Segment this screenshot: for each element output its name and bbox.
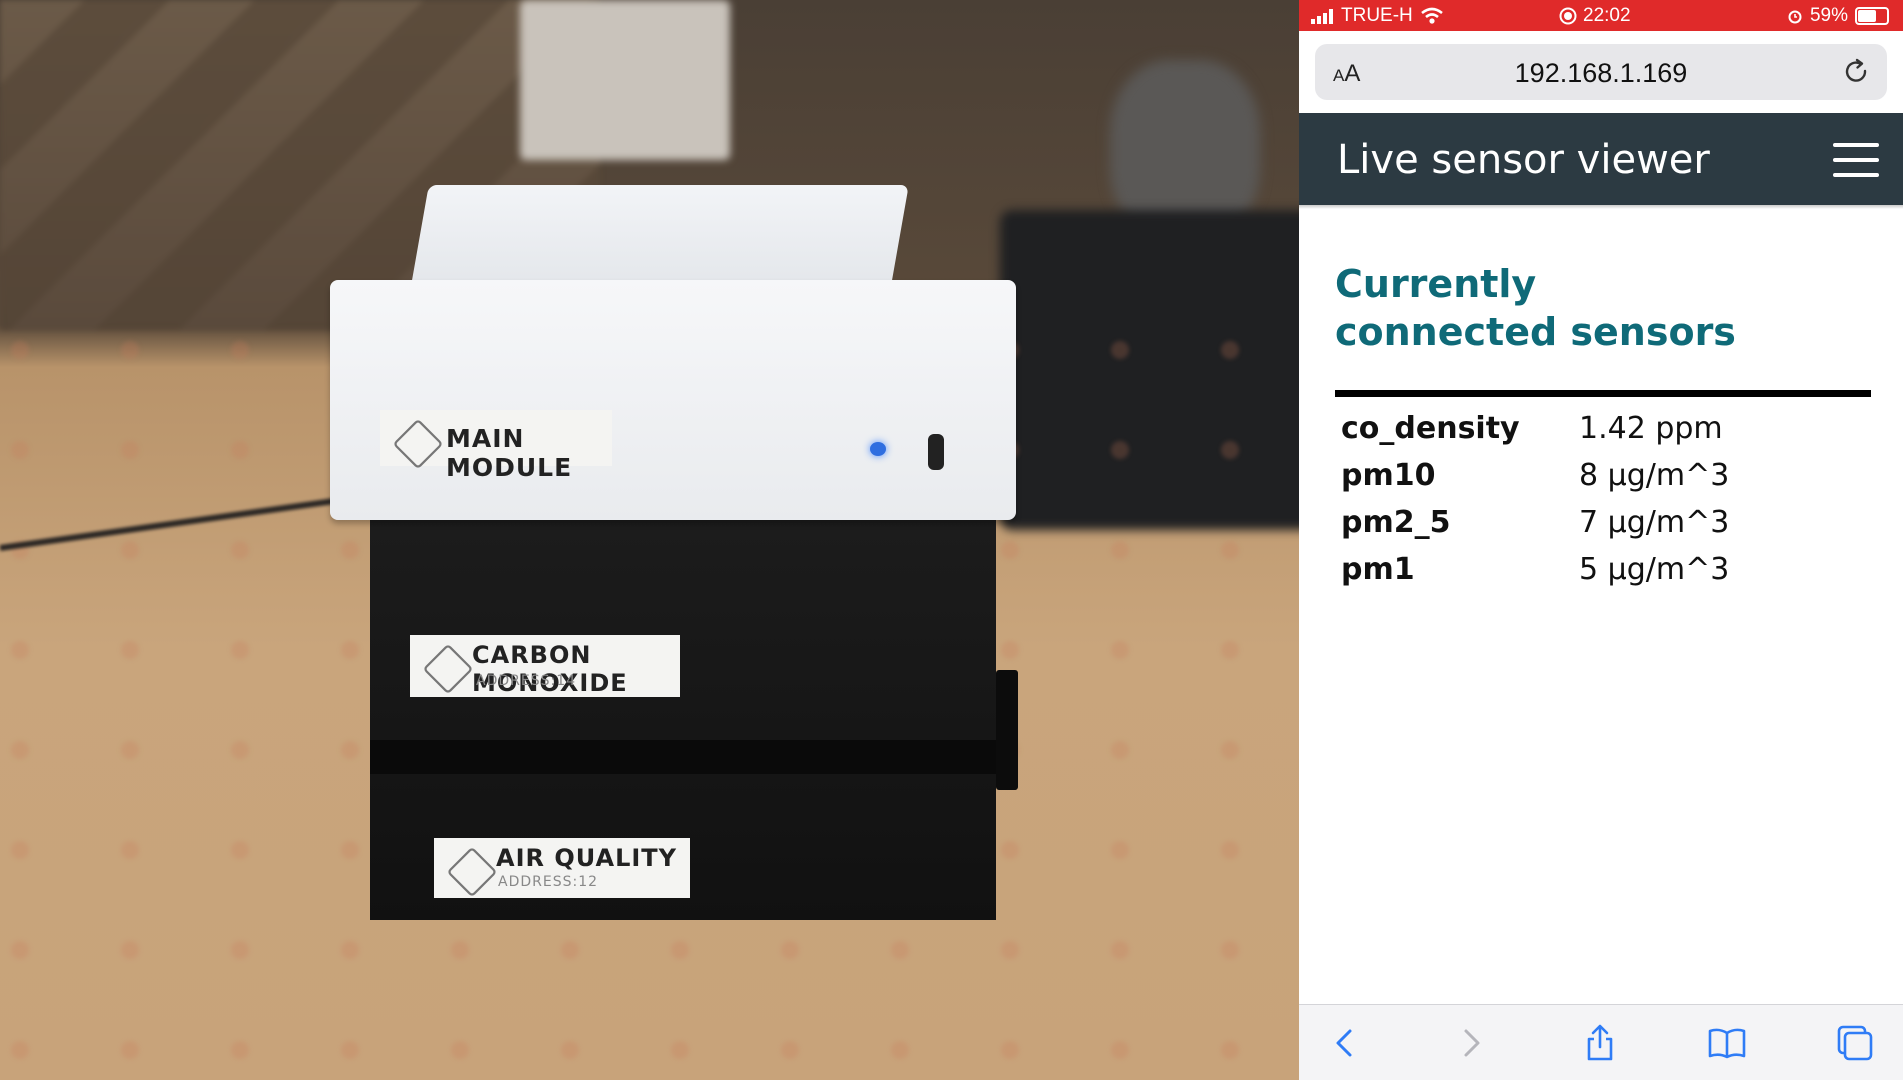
- battery-icon: [1855, 7, 1889, 25]
- url-text[interactable]: 192.168.1.169: [1315, 58, 1887, 89]
- heading-divider: [1335, 390, 1871, 397]
- co-module-label-address: ADDRESS:14: [476, 673, 577, 689]
- clock-time: 22:02: [1583, 5, 1631, 26]
- forward-icon[interactable]: [1451, 1023, 1491, 1063]
- sensor-value: 7 µg/m^3: [1579, 505, 1730, 540]
- main-module-top: [411, 185, 909, 285]
- hamburger-icon[interactable]: [1833, 143, 1879, 177]
- sensor-value: 5 µg/m^3: [1579, 552, 1730, 587]
- table-row: co_density 1.42 ppm: [1335, 405, 1729, 452]
- aq-module-label: AIR QUALITY ADDRESS:12: [434, 838, 690, 898]
- share-icon[interactable]: [1580, 1023, 1620, 1063]
- table-row: pm10 8 µg/m^3: [1335, 452, 1729, 499]
- sensor-value: 1.42 ppm: [1579, 411, 1723, 446]
- layers-icon: [446, 846, 498, 898]
- share-button[interactable]: [1580, 1023, 1620, 1063]
- co-module-label: CARBON MONOXIDE ADDRESS:14: [410, 635, 680, 697]
- reload-icon[interactable]: [1843, 58, 1871, 86]
- side-connector: [996, 670, 1018, 790]
- main-module: MAIN MODULE: [330, 180, 1018, 520]
- bookmarks-button[interactable]: [1707, 1023, 1747, 1063]
- back-button[interactable]: [1325, 1023, 1365, 1063]
- screen-record-icon: [1559, 7, 1577, 25]
- carrier-name: TRUE-H: [1341, 5, 1413, 26]
- sensor-value: 8 µg/m^3: [1579, 458, 1730, 493]
- table-row: pm1 5 µg/m^3: [1335, 546, 1729, 593]
- sensor-name: pm2_5: [1341, 505, 1451, 540]
- site-navbar: Live sensor viewer: [1299, 113, 1903, 209]
- phone-screen: TRUE-H 22:02 59% AA 192.168.1.169 Live s…: [1299, 0, 1903, 1080]
- main-module-label-text: MAIN MODULE: [446, 424, 573, 482]
- status-led: [870, 442, 886, 456]
- layers-icon: [422, 643, 474, 695]
- main-content: Currently connected sensors co_density 1…: [1335, 260, 1875, 593]
- tabs-icon[interactable]: [1835, 1023, 1875, 1063]
- battery-percent: 59%: [1809, 5, 1848, 26]
- tabs-button[interactable]: [1835, 1023, 1875, 1063]
- site-title[interactable]: Live sensor viewer: [1337, 137, 1710, 183]
- page-heading: Currently connected sensors: [1335, 262, 1736, 354]
- module-seam: [370, 740, 996, 774]
- background-box: [520, 0, 730, 160]
- layers-icon: [392, 418, 444, 470]
- wifi-icon: [1420, 7, 1443, 24]
- back-icon[interactable]: [1325, 1023, 1365, 1063]
- sensor-name: co_density: [1341, 411, 1520, 446]
- device-photo: MAIN MODULE CARBON MONOXIDE ADDRESS:14 A…: [0, 0, 1299, 1080]
- alarm-icon: [1788, 10, 1802, 24]
- table-row: pm2_5 7 µg/m^3: [1335, 499, 1729, 546]
- forward-button[interactable]: [1451, 1023, 1491, 1063]
- main-module-front: [330, 280, 1016, 520]
- power-switch: [928, 434, 944, 470]
- bookmarks-icon[interactable]: [1707, 1023, 1747, 1063]
- sensor-table: co_density 1.42 ppm pm10 8 µg/m^3 pm2_5 …: [1335, 405, 1729, 593]
- sensor-name: pm1: [1341, 552, 1415, 587]
- address-bar[interactable]: AA 192.168.1.169: [1315, 44, 1887, 100]
- status-bar: TRUE-H 22:02 59%: [1299, 0, 1903, 31]
- browser-toolbar: [1299, 1004, 1903, 1080]
- main-module-label: MAIN MODULE: [380, 410, 612, 482]
- sensor-device-stack: MAIN MODULE CARBON MONOXIDE ADDRESS:14 A…: [330, 180, 1020, 930]
- aq-module-label-address: ADDRESS:12: [498, 874, 599, 890]
- aq-module-label-title: AIR QUALITY: [496, 844, 678, 872]
- sensor-name: pm10: [1341, 458, 1436, 493]
- signal-icon: [1311, 8, 1333, 24]
